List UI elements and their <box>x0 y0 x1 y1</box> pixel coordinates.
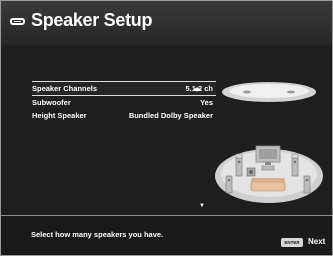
front-right-speaker-icon <box>291 157 299 177</box>
tv-icon <box>255 145 281 165</box>
setting-label: Speaker Channels <box>32 84 98 93</box>
surround-left-speaker-icon <box>225 175 233 194</box>
sofa-icon <box>250 178 286 192</box>
speaker-room-illustration <box>215 82 323 203</box>
settings-panel: Speaker Channels 5.1.2 ch Subwoofer Yes … <box>1 45 332 215</box>
setting-row-speaker-channels[interactable]: Speaker Channels 5.1.2 ch <box>32 81 216 96</box>
settings-list: Speaker Channels 5.1.2 ch Subwoofer Yes … <box>32 81 216 122</box>
title-bar: Speaker Setup <box>1 1 332 45</box>
speaker-setup-window: Speaker Setup Speaker Channels 5.1.2 ch … <box>0 0 333 256</box>
setting-label: Height Speaker <box>32 111 87 120</box>
setting-row-subwoofer[interactable]: Subwoofer Yes <box>32 96 216 109</box>
ceiling-disc <box>222 82 316 102</box>
left-right-arrows-icon[interactable]: ◀▶ <box>193 86 201 93</box>
center-speaker-icon <box>261 165 275 171</box>
subwoofer-icon <box>246 167 256 177</box>
enter-key-icon[interactable]: ENTER <box>281 238 303 247</box>
speaker-setup-icon <box>10 18 25 25</box>
scroll-down-arrow-icon[interactable]: ▼ <box>199 203 205 209</box>
help-text: Select how many speakers you have. <box>31 230 164 239</box>
front-left-speaker-icon <box>235 157 243 177</box>
page-title: Speaker Setup <box>31 10 153 30</box>
setting-row-height-speaker[interactable]: Height Speaker Bundled Dolby Speaker <box>32 109 216 122</box>
setting-value: Bundled Dolby Speaker <box>128 111 213 120</box>
next-button[interactable]: Next <box>308 237 325 246</box>
setting-label: Subwoofer <box>32 98 71 107</box>
help-bar: Select how many speakers you have. ENTER… <box>1 215 332 255</box>
surround-right-speaker-icon <box>303 175 311 194</box>
